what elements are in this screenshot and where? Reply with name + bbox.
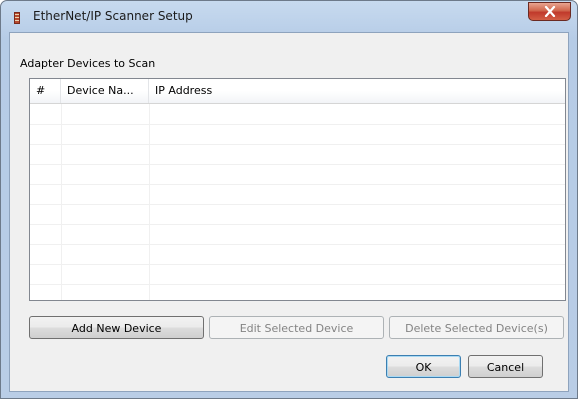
ok-button[interactable]: OK [386, 355, 461, 378]
add-new-device-button[interactable]: Add New Device [29, 316, 204, 339]
table-header: # Device Na... IP Address [30, 79, 565, 104]
table-grid-row-line [30, 204, 565, 205]
column-header-ip-address[interactable]: IP Address [149, 79, 565, 103]
table-grid-row-line [30, 224, 565, 225]
section-label: Adapter Devices to Scan [20, 57, 156, 70]
table-grid-row-line [30, 264, 565, 265]
close-x-icon [544, 6, 556, 17]
table-grid-column-line [149, 104, 150, 300]
delete-selected-devices-button[interactable]: Delete Selected Device(s) [389, 316, 564, 339]
window-title: EtherNet/IP Scanner Setup [33, 9, 193, 23]
table-grid-row-line [30, 284, 565, 285]
adapter-devices-table[interactable]: # Device Na... IP Address [29, 78, 566, 301]
column-header-number[interactable]: # [30, 79, 61, 103]
title-bar[interactable]: EtherNet/IP Scanner Setup [1, 1, 577, 31]
edit-selected-device-button[interactable]: Edit Selected Device [209, 316, 384, 339]
table-grid-row-line [30, 244, 565, 245]
close-button[interactable] [528, 2, 571, 21]
table-grid-row-line [30, 144, 565, 145]
column-header-device-name[interactable]: Device Na... [61, 79, 149, 103]
scanner-device-icon [11, 10, 23, 24]
cancel-button[interactable]: Cancel [468, 355, 543, 378]
table-grid-row-line [30, 124, 565, 125]
table-grid-column-line [61, 104, 62, 300]
table-grid-row-line [30, 164, 565, 165]
table-grid-row-line [30, 184, 565, 185]
